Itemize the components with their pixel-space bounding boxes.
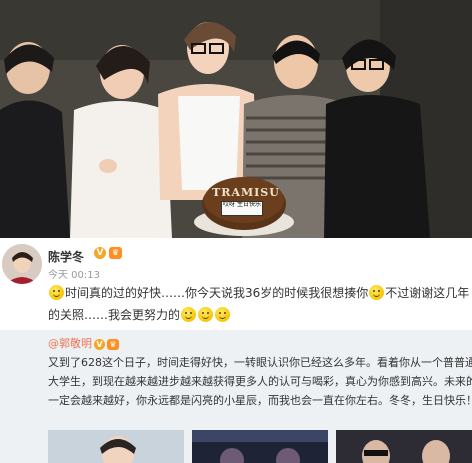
- avatar-image: [2, 244, 42, 284]
- smile-emoji-icon: [215, 307, 231, 322]
- repost-author-mention[interactable]: @郭敬明: [48, 337, 92, 350]
- repost-thumbnail[interactable]: [48, 430, 184, 463]
- weibo-post: 陈学冬 V ♛ 今天 00:13 时间真的过的好快……你今天说我36岁的时候我很…: [0, 238, 472, 330]
- smile-emoji-icon: [49, 285, 64, 300]
- author-name[interactable]: 陈学冬: [48, 248, 84, 265]
- cake-label: TRAMISU: [212, 186, 280, 199]
- repost-line-3: 一定会越来越好，你永远都是闪亮的小星辰，而我也会一直在你左右。冬冬，生日快乐！: [48, 394, 472, 407]
- repost-header: @郭敬明 V ♛: [48, 334, 472, 353]
- post-text-2: 的关照……我会更努力的: [48, 308, 181, 322]
- verified-v-icon: V: [94, 339, 105, 350]
- post-text-1: 时间真的过的好快……你今天说我36岁的时候我很想揍你: [65, 286, 369, 300]
- thumbnail-image: [192, 430, 328, 463]
- post-timestamp[interactable]: 今天 00:13: [48, 266, 100, 281]
- repost-line-1: 又到了628这个日子，时间走得好快，一转眼认识你已经这么多年。看着你从一个普普通…: [48, 356, 472, 369]
- thumbnail-image: [336, 430, 472, 463]
- verified-v-icon: V: [94, 247, 106, 259]
- thumbnail-image: [48, 430, 184, 463]
- member-crown-icon: ♛: [109, 247, 122, 259]
- repost-thumbnail[interactable]: [336, 430, 472, 463]
- cake-note: 哎呀 生日快乐: [221, 201, 263, 216]
- avatar[interactable]: [2, 244, 42, 284]
- smile-emoji-icon: [181, 307, 197, 322]
- post-line-1: 时间真的过的好快……你今天说我36岁的时候我很想揍你 不过谢谢这几年: [48, 282, 472, 304]
- post-text-1-tail: 不过谢谢这几年: [385, 286, 470, 300]
- repost-panel: @郭敬明 V ♛ 又到了628这个日子，时间走得好快，一转眼认识你已经这么多年。看着…: [0, 330, 472, 463]
- repost-line-2: 大学生，到现在越来越进步越来越获得更多人的认可与喝彩，真心为你感到高兴。未来的你…: [48, 375, 472, 388]
- member-crown-icon: ♛: [107, 339, 119, 350]
- repost-thumbnail[interactable]: [192, 430, 328, 463]
- post-content: 时间真的过的好快……你今天说我36岁的时候我很想揍你 不过谢谢这几年 的关照……我…: [48, 282, 472, 326]
- repost-image-grid: [48, 430, 472, 463]
- smile-emoji-icon: [369, 285, 385, 300]
- repost-content: @郭敬明 V ♛ 又到了628这个日子，时间走得好快，一转眼认识你已经这么多年。看着…: [48, 334, 472, 410]
- smile-emoji-icon: [198, 307, 214, 322]
- post-line-2: 的关照……我会更努力的: [48, 304, 472, 326]
- post-photo[interactable]: TRAMISU 哎呀 生日快乐: [0, 0, 472, 238]
